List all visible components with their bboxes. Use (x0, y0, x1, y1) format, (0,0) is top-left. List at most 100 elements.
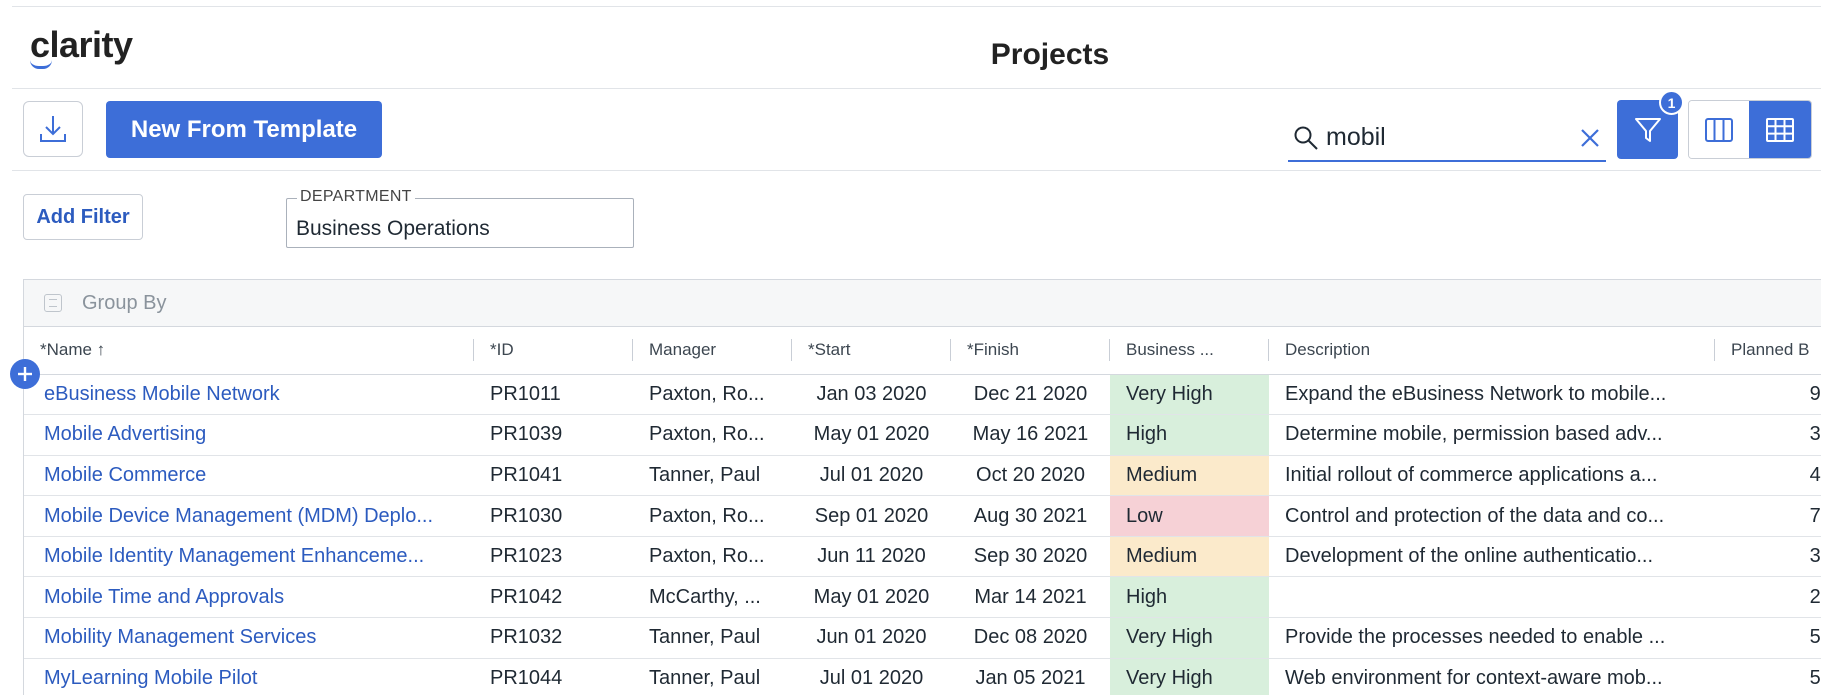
table-body: eBusiness Mobile Network PR1011 Paxton, … (24, 374, 1821, 695)
department-filter[interactable]: DEPARTMENT Business Operations (286, 188, 634, 248)
group-by-icon (44, 294, 62, 312)
project-start: Jan 03 2020 (792, 374, 951, 416)
table-row[interactable]: Mobile Commerce PR1041 Tanner, Paul Jul … (24, 455, 1821, 497)
filter-count-badge: 1 (1659, 90, 1684, 115)
project-manager: Tanner, Paul (633, 658, 792, 695)
planned-value: 300 (1715, 414, 1821, 456)
filter-icon (1634, 117, 1661, 142)
project-manager: McCarthy, ... (633, 576, 792, 619)
search-input[interactable] (1326, 122, 1566, 152)
grid-icon (1766, 117, 1794, 142)
project-manager: Tanner, Paul (633, 455, 792, 497)
column-header-finish[interactable]: *Finish (951, 327, 1110, 375)
planned-value: 225 (1715, 576, 1821, 619)
project-manager: Paxton, Ro... (633, 374, 792, 416)
project-description: Determine mobile, permission based adv..… (1269, 414, 1715, 456)
project-finish: Aug 30 2021 (951, 495, 1110, 537)
project-description: Initial rollout of commerce applications… (1269, 455, 1715, 497)
project-description: Control and protection of the data and c… (1269, 495, 1715, 537)
planned-value: 900 (1715, 374, 1821, 416)
project-start: Jul 01 2020 (792, 658, 951, 695)
projects-table: *Name ↑ *ID Manager *Start *Finish Busin… (24, 327, 1821, 695)
project-id: PR1039 (474, 414, 633, 456)
table-row[interactable]: MyLearning Mobile Pilot PR1044 Tanner, P… (24, 658, 1821, 695)
plus-icon (18, 367, 32, 381)
project-description: Expand the eBusiness Network to mobile..… (1269, 374, 1715, 416)
project-finish: Sep 30 2020 (951, 536, 1110, 578)
column-header-start[interactable]: *Start (792, 327, 951, 375)
project-finish: Jan 05 2021 (951, 658, 1110, 695)
project-id: PR1030 (474, 495, 633, 537)
projects-grid: Group By *Name ↑ *ID Manager *Start *Fin… (23, 279, 1821, 695)
download-button[interactable] (23, 101, 83, 157)
table-row[interactable]: Mobile Advertising PR1039 Paxton, Ro... … (24, 414, 1821, 456)
project-id: PR1023 (474, 536, 633, 578)
project-name-link[interactable]: Mobility Management Services (24, 617, 474, 659)
business-importance: Medium (1110, 536, 1269, 578)
table-row[interactable]: Mobile Device Management (MDM) Deplo... … (24, 495, 1821, 537)
column-header-description[interactable]: Description (1269, 327, 1715, 375)
project-name-link[interactable]: Mobile Identity Management Enhanceme... (24, 536, 474, 578)
download-icon (40, 116, 66, 142)
project-description (1269, 576, 1715, 619)
column-header-name[interactable]: *Name ↑ (24, 327, 474, 375)
column-header-manager[interactable]: Manager (633, 327, 792, 375)
top-divider (12, 6, 1821, 7)
project-start: Jun 01 2020 (792, 617, 951, 659)
project-id: PR1042 (474, 576, 633, 619)
project-description: Provide the processes needed to enable .… (1269, 617, 1715, 659)
table-row[interactable]: Mobile Identity Management Enhanceme... … (24, 536, 1821, 578)
new-from-template-button[interactable]: New From Template (106, 101, 382, 158)
project-start: Jun 11 2020 (792, 536, 951, 578)
header-row: *Name ↑ *ID Manager *Start *Finish Busin… (24, 327, 1821, 375)
clear-search-icon[interactable] (1578, 126, 1602, 150)
table-row[interactable]: Mobility Management Services PR1032 Tann… (24, 617, 1821, 659)
column-header-business-importance[interactable]: Business ... (1110, 327, 1269, 375)
project-name-link[interactable]: Mobile Commerce (24, 455, 474, 497)
planned-value: 500 (1715, 658, 1821, 695)
project-finish: May 16 2021 (951, 414, 1110, 456)
business-importance: Low (1110, 495, 1269, 537)
project-id: PR1032 (474, 617, 633, 659)
project-name-link[interactable]: eBusiness Mobile Network (24, 374, 474, 416)
project-description: Web environment for context-aware mob... (1269, 658, 1715, 695)
project-manager: Paxton, Ro... (633, 414, 792, 456)
add-filter-button[interactable]: Add Filter (23, 194, 143, 240)
project-manager: Paxton, Ro... (633, 495, 792, 537)
view-toggle (1688, 100, 1812, 159)
project-start: Jul 01 2020 (792, 455, 951, 497)
department-filter-label: DEPARTMENT (297, 188, 415, 206)
project-start: May 01 2020 (792, 576, 951, 619)
project-name-link[interactable]: Mobile Device Management (MDM) Deplo... (24, 495, 474, 537)
business-importance: High (1110, 576, 1269, 619)
table-row[interactable]: Mobile Time and Approvals PR1042 McCarth… (24, 576, 1821, 619)
group-by-bar[interactable]: Group By (24, 280, 1821, 327)
search-box (1288, 118, 1606, 162)
business-importance: Very High (1110, 374, 1269, 416)
table-row[interactable]: eBusiness Mobile Network PR1011 Paxton, … (24, 374, 1821, 416)
project-id: PR1044 (474, 658, 633, 695)
planned-value: 350 (1715, 536, 1821, 578)
add-row-button[interactable] (10, 359, 40, 389)
business-importance: High (1110, 414, 1269, 456)
toolbar-divider (12, 170, 1821, 171)
project-start: Sep 01 2020 (792, 495, 951, 537)
project-description: Development of the online authenticatio.… (1269, 536, 1715, 578)
project-name-link[interactable]: Mobile Time and Approvals (24, 576, 474, 619)
column-header-planned[interactable]: Planned B (1715, 327, 1821, 375)
grid-view-button[interactable] (1749, 101, 1811, 158)
project-id: PR1011 (474, 374, 633, 416)
project-manager: Paxton, Ro... (633, 536, 792, 578)
columns-icon (1705, 117, 1733, 142)
group-by-label: Group By (82, 292, 167, 314)
business-importance: Very High (1110, 617, 1269, 659)
project-name-link[interactable]: MyLearning Mobile Pilot (24, 658, 474, 695)
header-divider (12, 88, 1821, 89)
column-header-id[interactable]: *ID (474, 327, 633, 375)
column-view-button[interactable] (1689, 101, 1749, 158)
project-start: May 01 2020 (792, 414, 951, 456)
project-name-link[interactable]: Mobile Advertising (24, 414, 474, 456)
planned-value: 710 (1715, 495, 1821, 537)
planned-value: 425 (1715, 455, 1821, 497)
project-manager: Tanner, Paul (633, 617, 792, 659)
